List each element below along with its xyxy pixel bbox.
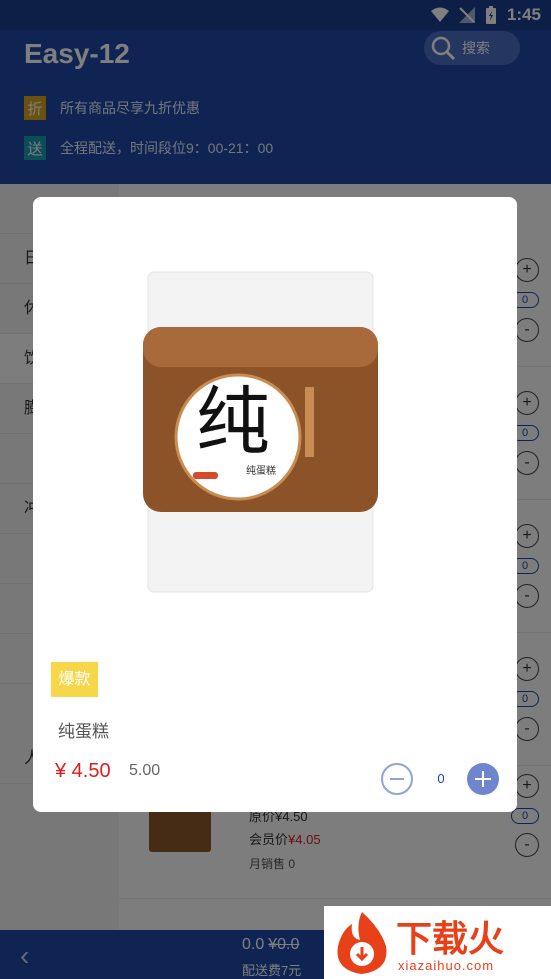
product-name: 纯蛋糕 <box>58 722 109 741</box>
product-detail-modal: 纯 纯蛋糕 爆款 纯蛋糕 ¥ 4.50 5.00 0 <box>33 197 517 812</box>
product-price: ¥ 4.50 <box>55 760 111 782</box>
hot-badge: 爆款 <box>51 662 98 697</box>
image-sub-text: 纯蛋糕 <box>246 464 276 477</box>
product-image: 纯 纯蛋糕 <box>143 271 378 593</box>
quantity-minus-button[interactable] <box>381 763 413 795</box>
watermark-url: xiazaihuo.com <box>398 958 495 973</box>
original-price: 5.00 <box>129 762 161 779</box>
flame-logo-icon <box>337 912 387 974</box>
watermark-title: 下载火 <box>396 918 505 959</box>
quantity-plus-button[interactable] <box>467 763 499 795</box>
image-main-text: 纯 <box>196 379 270 465</box>
quantity-value: 0 <box>437 771 445 786</box>
watermark-logo: 下载火 xiazaihuo.com <box>324 906 551 979</box>
